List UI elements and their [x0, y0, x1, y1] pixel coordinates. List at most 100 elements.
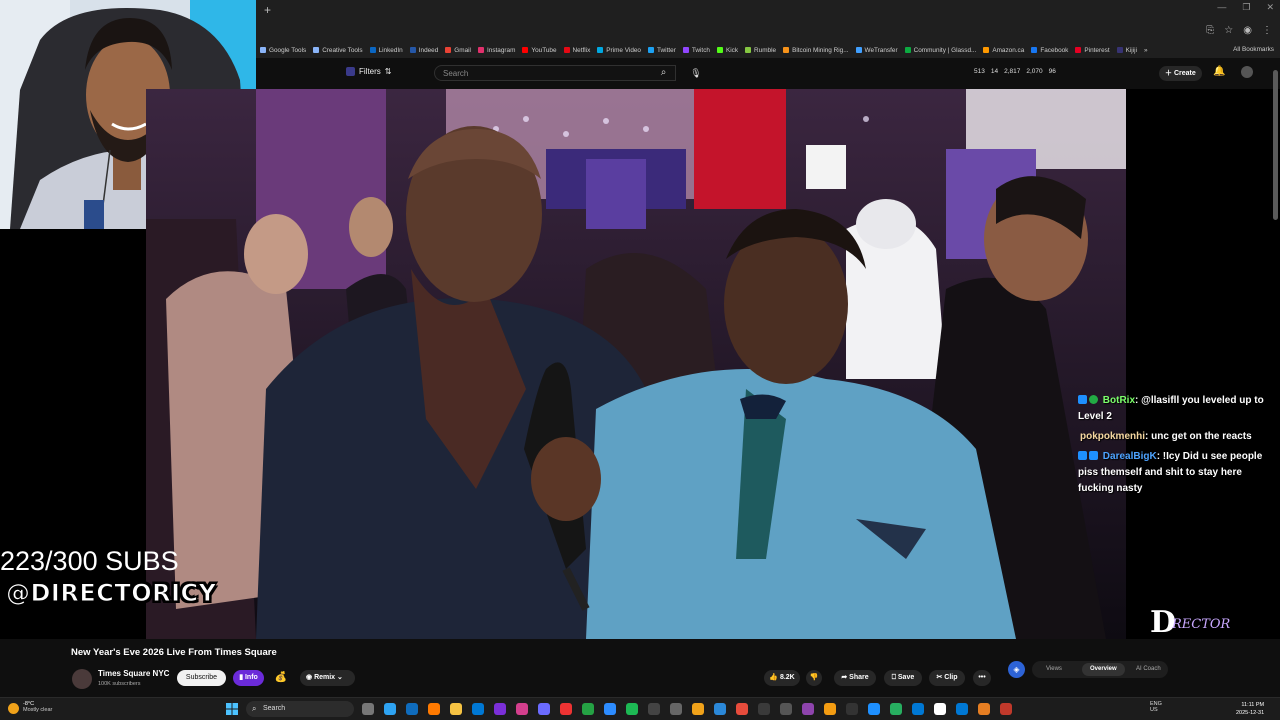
- bookmark-item[interactable]: Twitch: [682, 47, 710, 54]
- bookmark-item[interactable]: Gmail: [445, 47, 471, 54]
- bookmark-item[interactable]: YouTube: [522, 47, 557, 54]
- bookmark-item[interactable]: Kick: [716, 47, 738, 54]
- install-icon[interactable]: ⎘: [1206, 25, 1214, 36]
- search-icon[interactable]: ⌕: [651, 65, 676, 81]
- bookmark-item[interactable]: LinkedIn: [369, 47, 403, 54]
- maximize-icon[interactable]: ❐: [1242, 2, 1250, 13]
- bookmark-icon: [1116, 47, 1123, 53]
- sliders-icon: ⇅: [384, 67, 392, 76]
- taskbar-app-icon[interactable]: [692, 703, 704, 715]
- taskbar-app-icon[interactable]: [978, 703, 990, 715]
- bookmark-item[interactable]: Rumble: [745, 47, 776, 54]
- bookmark-label: Twitter: [657, 46, 676, 54]
- taskbar-app-icon[interactable]: [736, 703, 748, 715]
- video-frame: [146, 89, 1126, 639]
- bookmark-item[interactable]: Bitcoin Mining Rig...: [783, 47, 849, 54]
- taskbar-app-icon[interactable]: [428, 703, 440, 715]
- taskbar-app-icon[interactable]: [450, 703, 462, 715]
- taskbar-app-icon[interactable]: [648, 703, 660, 715]
- notifications-bell-icon[interactable]: 🔔: [1213, 66, 1225, 77]
- bookmark-item[interactable]: Netflix: [563, 47, 590, 54]
- taskbar-app-icon[interactable]: [780, 703, 792, 715]
- share-button[interactable]: ➦ Share: [834, 670, 876, 686]
- taskbar-app-icon[interactable]: [362, 703, 374, 715]
- info-button[interactable]: ▮ Info: [233, 670, 264, 686]
- right-panel-background: [1126, 89, 1280, 639]
- more-actions-button[interactable]: •••: [973, 670, 991, 686]
- account-avatar[interactable]: [1241, 66, 1253, 78]
- bookmark-item[interactable]: Creative Tools: [313, 47, 363, 54]
- bookmark-item[interactable]: Prime Video: [597, 47, 641, 54]
- create-button[interactable]: ＋ Create: [1159, 66, 1202, 81]
- bookmark-item[interactable]: Google Tools: [260, 47, 306, 54]
- all-bookmarks-button[interactable]: All Bookmarks: [1233, 46, 1274, 53]
- taskbar-app-icon[interactable]: [868, 703, 880, 715]
- bookmark-item[interactable]: Twitter: [648, 47, 676, 54]
- clip-button[interactable]: ✂ Clip: [929, 670, 965, 686]
- bookmark-icon: [369, 47, 376, 53]
- bookmark-icon: [745, 47, 752, 53]
- taskbar-app-icon[interactable]: [406, 703, 418, 715]
- taskbar-app-icon[interactable]: [670, 703, 682, 715]
- bookmark-item[interactable]: Indeed: [409, 47, 438, 54]
- windows-start-icon[interactable]: [226, 703, 238, 715]
- subscribe-button[interactable]: Subscribe: [177, 670, 226, 686]
- minimize-icon[interactable]: —: [1217, 2, 1226, 13]
- taskbar-app-icon[interactable]: [912, 703, 924, 715]
- menu-icon[interactable]: ⋮: [1262, 25, 1272, 36]
- microphone-icon[interactable]: 🎙: [688, 65, 704, 81]
- taskbar-app-icon[interactable]: [1000, 703, 1012, 715]
- bookmark-item[interactable]: Facebook: [1031, 47, 1068, 54]
- taskbar-app-icon[interactable]: [604, 703, 616, 715]
- channel-name[interactable]: Times Square NYC: [98, 669, 169, 678]
- weather-widget[interactable]: -8°C Mostly clear: [8, 701, 52, 714]
- tab-overview[interactable]: Overview: [1082, 663, 1125, 676]
- taskbar-app-icon[interactable]: [560, 703, 572, 715]
- coach-icon[interactable]: ◈: [1008, 661, 1025, 678]
- bookmark-item[interactable]: WeTransfer: [855, 47, 898, 54]
- bookmark-item[interactable]: Instagram: [477, 47, 515, 54]
- taskbar-app-icon[interactable]: [516, 703, 528, 715]
- taskbar-app-icon[interactable]: [626, 703, 638, 715]
- close-icon[interactable]: ✕: [1266, 2, 1274, 13]
- bookmark-item[interactable]: Amazon.ca: [983, 47, 1024, 54]
- bookmark-item[interactable]: Kijiji: [1116, 47, 1137, 54]
- search-input[interactable]: Search: [434, 65, 676, 81]
- taskbar-app-icon[interactable]: [890, 703, 902, 715]
- taskbar-app-icon[interactable]: [846, 703, 858, 715]
- taskbar-app-icon[interactable]: [824, 703, 836, 715]
- taskbar-app-icon[interactable]: [538, 703, 550, 715]
- save-button[interactable]: ⎕ Save: [884, 670, 922, 686]
- taskbar-app-icon[interactable]: [384, 703, 396, 715]
- taskbar-app-icon[interactable]: [582, 703, 594, 715]
- taskbar-app-icon[interactable]: [494, 703, 506, 715]
- taskbar-app-icon[interactable]: [758, 703, 770, 715]
- page-scrollbar[interactable]: [1273, 70, 1278, 220]
- extension-icon[interactable]: ◉: [1243, 25, 1252, 36]
- dislike-icon[interactable]: 👎: [806, 670, 822, 686]
- money-bag-icon[interactable]: 💰: [273, 670, 289, 686]
- video-player[interactable]: [146, 89, 1126, 639]
- system-clock[interactable]: 11:11 PM 2025-12-31: [1236, 701, 1264, 717]
- taskbar-app-icon[interactable]: [714, 703, 726, 715]
- tab-views[interactable]: Views: [1046, 666, 1062, 672]
- taskbar-app-icon[interactable]: [956, 703, 968, 715]
- system-tray[interactable]: ENG US: [1150, 701, 1162, 713]
- like-button[interactable]: 👍 8.2K: [764, 670, 800, 686]
- bookmarks-overflow-button[interactable]: »: [1144, 47, 1148, 54]
- taskbar-app-icon[interactable]: [802, 703, 814, 715]
- stat-value: 96: [1048, 68, 1056, 75]
- channel-avatar[interactable]: [72, 669, 92, 689]
- new-tab-button[interactable]: +: [264, 3, 271, 17]
- bookmark-item[interactable]: Pinterest: [1075, 47, 1110, 54]
- tab-ai-coach[interactable]: AI Coach: [1136, 666, 1161, 672]
- stat-value: 2,817: [1004, 68, 1021, 75]
- taskbar-app-icon[interactable]: [934, 703, 946, 715]
- chat-text: : unc get on the reacts: [1145, 431, 1252, 442]
- bookmark-star-icon[interactable]: ☆: [1224, 25, 1233, 36]
- remix-button[interactable]: ◉ Remix ⌄: [300, 670, 355, 686]
- taskbar-search-input[interactable]: ⌕ Search: [246, 701, 354, 717]
- taskbar-app-icon[interactable]: [472, 703, 484, 715]
- filters-button[interactable]: Filters ⇅: [346, 67, 391, 76]
- bookmark-item[interactable]: Community | Glassd...: [904, 47, 976, 54]
